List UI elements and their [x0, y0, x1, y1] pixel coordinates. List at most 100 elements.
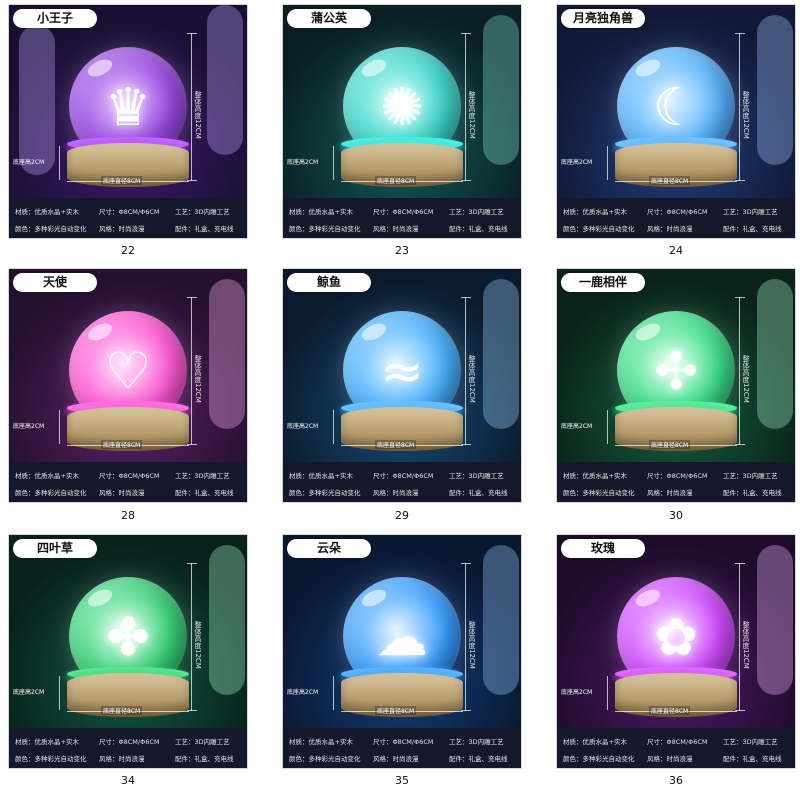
spec-bar: 材质：优质水晶+实木 尺寸：Φ8CM/Φ6CM 工艺：3D内雕工艺 颜色：多种彩…	[557, 198, 795, 238]
base-height-label: 底座高2CM	[561, 689, 593, 696]
product-number: 23	[395, 244, 409, 257]
spec-craft: 工艺：3D内雕工艺	[449, 208, 504, 216]
product-title: 四叶草	[13, 539, 97, 558]
background-figure	[483, 15, 519, 165]
product-number: 29	[395, 509, 409, 522]
base-height-dimension	[333, 410, 334, 444]
base-height-label: 底座高2CM	[561, 159, 593, 166]
spec-style: 风格：时尚浪漫	[99, 225, 145, 233]
spec-size: 尺寸：Φ8CM/Φ6CM	[647, 208, 708, 216]
base-height-dimension	[59, 410, 60, 444]
spec-bar: 材质：优质水晶+实木 尺寸：Φ8CM/Φ6CM 工艺：3D内雕工艺 颜色：多种彩…	[283, 462, 521, 502]
base-height-label: 底座高2CM	[287, 159, 319, 166]
product-card[interactable]: ✣ 整体高度12CM 底座高2CM 底座直径8CM 一鹿相伴 材质：优质水晶+实…	[556, 268, 796, 503]
product-number: 24	[669, 244, 683, 257]
base-diameter-label: 底座直径8CM	[649, 440, 691, 449]
spec-size: 尺寸：Φ8CM/Φ6CM	[373, 738, 434, 746]
spec-style: 风格：时尚浪漫	[99, 489, 145, 497]
spec-material: 材质：优质水晶+实木	[563, 208, 627, 216]
spec-bar: 材质：优质水晶+实木 尺寸：Φ8CM/Φ6CM 工艺：3D内雕工艺 颜色：多种彩…	[557, 728, 795, 768]
background-figure	[209, 545, 245, 695]
spec-color: 颜色：多种彩光自动变化	[563, 755, 635, 763]
product-photo: ☾ 整体高度12CM 底座高2CM 底座直径8CM 月亮独角兽	[557, 5, 795, 198]
height-label: 整体高度12CM	[194, 91, 202, 139]
height-label: 整体高度12CM	[468, 621, 476, 669]
background-figure	[209, 279, 245, 429]
base-diameter-label: 底座直径8CM	[649, 706, 691, 715]
product-card[interactable]: ☁ 整体高度12CM 底座高2CM 底座直径8CM 云朵 材质：优质水晶+实木 …	[282, 534, 522, 769]
base-diameter-label: 底座直径8CM	[649, 176, 691, 185]
spec-material: 材质：优质水晶+实木	[563, 472, 627, 480]
height-label: 整体高度12CM	[468, 91, 476, 139]
product-card[interactable]: ✿ 整体高度12CM 底座高2CM 底座直径8CM 玫瑰 材质：优质水晶+实木 …	[556, 534, 796, 769]
spec-accessory: 配件：礼盒、充电线	[449, 489, 508, 497]
base-height-label: 底座高2CM	[561, 423, 593, 430]
product-photo: ♛ 整体高度12CM 底座高2CM 底座直径8CM 小王子	[9, 5, 247, 198]
product-title: 鲸鱼	[287, 273, 371, 292]
base-height-dimension	[59, 676, 60, 710]
height-label: 整体高度12CM	[468, 355, 476, 403]
engraving-icon: ✤	[106, 608, 150, 669]
ball-highlight	[85, 56, 115, 80]
product-title: 月亮独角兽	[561, 9, 645, 28]
product-card[interactable]: ✤ 整体高度12CM 底座高2CM 底座直径8CM 四叶草 材质：优质水晶+实木…	[8, 534, 248, 769]
background-figure	[207, 5, 243, 155]
product-number: 30	[669, 509, 683, 522]
spec-accessory: 配件：礼盒、充电线	[723, 225, 782, 233]
product-card[interactable]: ♛ 整体高度12CM 底座高2CM 底座直径8CM 小王子 材质：优质水晶+实木…	[8, 4, 248, 239]
product-number: 28	[121, 509, 135, 522]
height-label: 整体高度12CM	[742, 621, 750, 669]
product-number: 36	[669, 774, 683, 787]
spec-color: 颜色：多种彩光自动变化	[289, 755, 361, 763]
ball-highlight	[359, 586, 389, 610]
spec-craft: 工艺：3D内雕工艺	[175, 472, 230, 480]
spec-material: 材质：优质水晶+实木	[289, 208, 353, 216]
engraving-icon: ♛	[104, 78, 152, 139]
product-photo: ✿ 整体高度12CM 底座高2CM 底座直径8CM 玫瑰	[557, 535, 795, 728]
spec-material: 材质：优质水晶+实木	[15, 208, 79, 216]
engraving-icon: ♡	[104, 342, 152, 403]
spec-craft: 工艺：3D内雕工艺	[723, 472, 778, 480]
spec-material: 材质：优质水晶+实木	[289, 738, 353, 746]
base-diameter-label: 底座直径8CM	[101, 440, 143, 449]
product-card[interactable]: ≈ 整体高度12CM 底座高2CM 底座直径8CM 鲸鱼 材质：优质水晶+实木 …	[282, 268, 522, 503]
background-figure	[757, 279, 793, 429]
engraving-icon: ✣	[654, 342, 698, 403]
product-card[interactable]: ♡ 整体高度12CM 底座高2CM 底座直径8CM 天使 材质：优质水晶+实木 …	[8, 268, 248, 503]
spec-bar: 材质：优质水晶+实木 尺寸：Φ8CM/Φ6CM 工艺：3D内雕工艺 颜色：多种彩…	[283, 198, 521, 238]
spec-accessory: 配件：礼盒、充电线	[175, 225, 234, 233]
base-height-label: 底座高2CM	[13, 423, 45, 430]
product-title: 一鹿相伴	[561, 273, 645, 292]
product-photo: ≈ 整体高度12CM 底座高2CM 底座直径8CM 鲸鱼	[283, 269, 521, 462]
base-diameter-label: 底座直径8CM	[101, 706, 143, 715]
spec-color: 颜色：多种彩光自动变化	[15, 755, 87, 763]
spec-color: 颜色：多种彩光自动变化	[563, 225, 635, 233]
engraving-icon: ☾	[652, 78, 700, 139]
spec-craft: 工艺：3D内雕工艺	[449, 472, 504, 480]
ball-highlight	[633, 586, 663, 610]
base-diameter-label: 底座直径8CM	[375, 706, 417, 715]
spec-bar: 材质：优质水晶+实木 尺寸：Φ8CM/Φ6CM 工艺：3D内雕工艺 颜色：多种彩…	[9, 198, 247, 238]
spec-accessory: 配件：礼盒、充电线	[723, 755, 782, 763]
spec-craft: 工艺：3D内雕工艺	[723, 208, 778, 216]
spec-accessory: 配件：礼盒、充电线	[723, 489, 782, 497]
spec-craft: 工艺：3D内雕工艺	[723, 738, 778, 746]
spec-style: 风格：时尚浪漫	[373, 489, 419, 497]
base-height-label: 底座高2CM	[13, 689, 45, 696]
product-photo: ✣ 整体高度12CM 底座高2CM 底座直径8CM 一鹿相伴	[557, 269, 795, 462]
base-height-label: 底座高2CM	[287, 689, 319, 696]
product-photo: ♡ 整体高度12CM 底座高2CM 底座直径8CM 天使	[9, 269, 247, 462]
product-card[interactable]: ✺ 整体高度12CM 底座高2CM 底座直径8CM 蒲公英 材质：优质水晶+实木…	[282, 4, 522, 239]
spec-accessory: 配件：礼盒、充电线	[175, 755, 234, 763]
engraving-icon: ✺	[380, 78, 424, 139]
spec-accessory: 配件：礼盒、充电线	[175, 489, 234, 497]
spec-material: 材质：优质水晶+实木	[15, 472, 79, 480]
product-photo: ✺ 整体高度12CM 底座高2CM 底座直径8CM 蒲公英	[283, 5, 521, 198]
spec-material: 材质：优质水晶+实木	[563, 738, 627, 746]
spec-size: 尺寸：Φ8CM/Φ6CM	[647, 738, 708, 746]
product-card[interactable]: ☾ 整体高度12CM 底座高2CM 底座直径8CM 月亮独角兽 材质：优质水晶+…	[556, 4, 796, 239]
spec-size: 尺寸：Φ8CM/Φ6CM	[373, 472, 434, 480]
spec-material: 材质：优质水晶+实木	[289, 472, 353, 480]
product-number: 22	[121, 244, 135, 257]
spec-bar: 材质：优质水晶+实木 尺寸：Φ8CM/Φ6CM 工艺：3D内雕工艺 颜色：多种彩…	[9, 462, 247, 502]
